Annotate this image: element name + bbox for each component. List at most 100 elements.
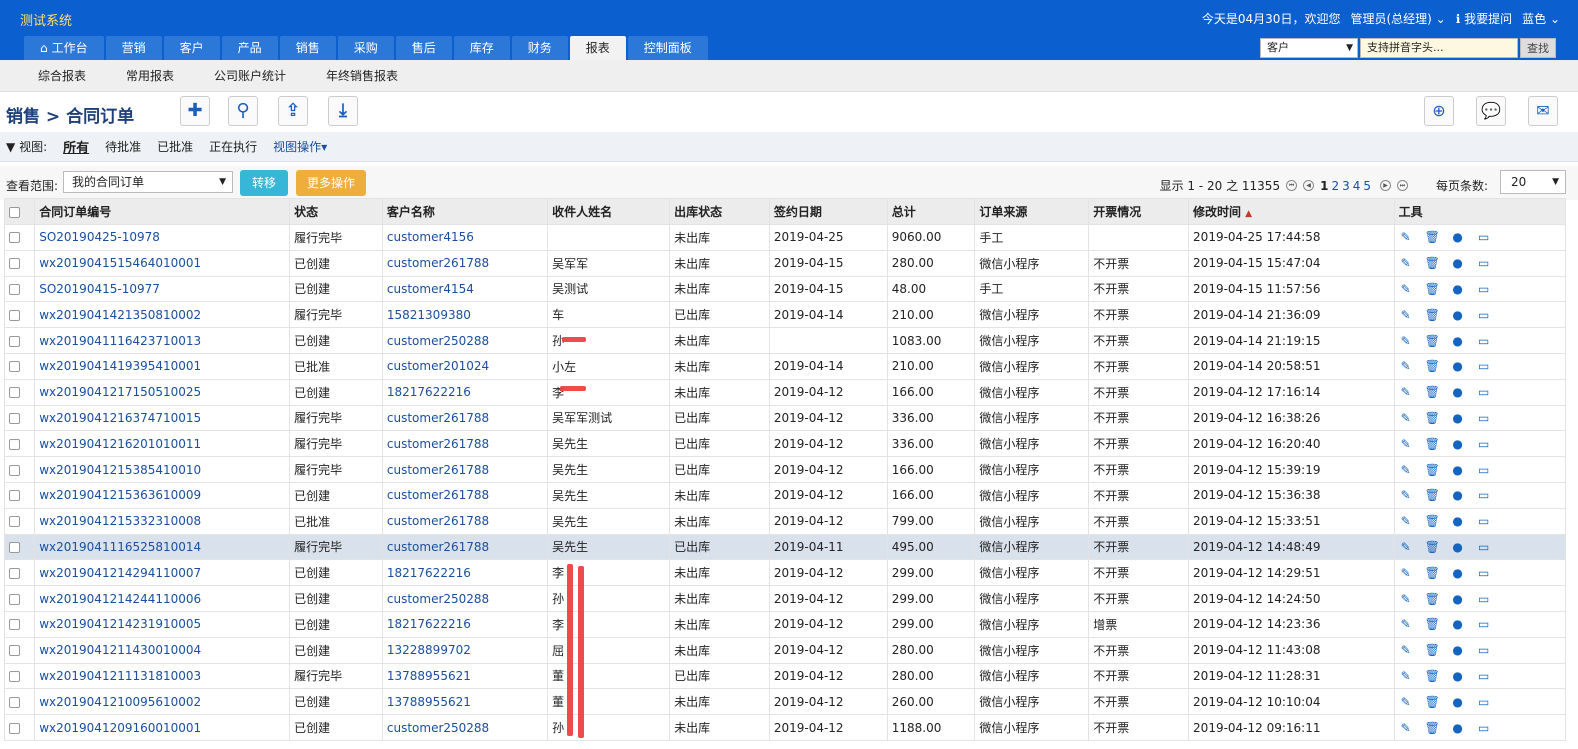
- column-header[interactable]: 状态: [289, 198, 383, 225]
- comment-icon[interactable]: ●: [1451, 463, 1465, 477]
- table-cell-link[interactable]: wx2019041214244110006: [34, 585, 291, 612]
- table-cell-link[interactable]: wx2019041215332310008: [34, 507, 291, 535]
- trash-icon[interactable]: 🗑: [1425, 463, 1440, 477]
- table-row[interactable]: wx2019041216374710015 履行完毕 customer261788 吴…: [3, 404, 1567, 432]
- table-cell-link[interactable]: SO20190425-10978: [34, 224, 291, 251]
- table-cell-link[interactable]: wx2019041217150510025: [34, 378, 291, 406]
- table-cell-link[interactable]: 15821309380: [381, 301, 549, 329]
- edit-icon[interactable]: ✎: [1399, 282, 1413, 296]
- theme-menu[interactable]: 蓝色 ⌄: [1522, 10, 1560, 27]
- nav-tab-item[interactable]: 财务: [511, 36, 568, 60]
- row-checkbox[interactable]: [9, 722, 20, 734]
- monitor-icon[interactable]: ▭: [1477, 592, 1491, 606]
- column-header[interactable]: 订单来源: [974, 198, 1090, 225]
- more-actions-button[interactable]: 更多操作: [296, 170, 366, 196]
- column-header[interactable]: 合同订单编号: [34, 198, 291, 225]
- table-cell-link[interactable]: customer201024: [381, 352, 549, 380]
- table-cell-link[interactable]: 18217622216: [381, 559, 549, 587]
- table-cell-link[interactable]: SO20190415-10977: [34, 275, 291, 303]
- trash-icon[interactable]: 🗑: [1425, 643, 1440, 657]
- trash-icon[interactable]: 🗑: [1425, 385, 1440, 399]
- comment-icon[interactable]: ●: [1451, 695, 1465, 709]
- table-cell-link[interactable]: wx2019041210095610002: [34, 688, 291, 716]
- edit-icon[interactable]: ✎: [1399, 308, 1413, 322]
- view-operations-menu[interactable]: 视图操作▾: [273, 138, 327, 155]
- trash-icon[interactable]: 🗑: [1425, 669, 1440, 683]
- chat-icon[interactable]: 💬: [1476, 96, 1506, 126]
- monitor-icon[interactable]: ▭: [1477, 334, 1491, 348]
- table-cell-link[interactable]: wx2019041211131810003: [34, 662, 291, 690]
- row-checkbox[interactable]: [9, 232, 20, 244]
- comment-icon[interactable]: ●: [1451, 256, 1465, 270]
- table-cell-link[interactable]: customer4154: [381, 275, 549, 303]
- table-cell-link[interactable]: wx2019041215363610009: [34, 481, 291, 509]
- search-button[interactable]: 查找: [1520, 38, 1556, 58]
- edit-icon[interactable]: ✎: [1399, 721, 1413, 735]
- table-row[interactable]: wx2019041515464010001 已创建 customer261788 吴军…: [3, 249, 1567, 277]
- nav-tab-item[interactable]: 销售: [279, 36, 336, 60]
- page-number-link[interactable]: 4: [1353, 179, 1361, 193]
- monitor-icon[interactable]: ▭: [1477, 411, 1491, 425]
- user-menu[interactable]: 管理员(总经理) ⌄: [1350, 10, 1445, 27]
- column-header[interactable]: 工具: [1393, 198, 1567, 225]
- comment-icon[interactable]: ●: [1451, 488, 1465, 502]
- comment-icon[interactable]: ●: [1451, 385, 1465, 399]
- add-button[interactable]: ✚: [180, 96, 210, 126]
- trash-icon[interactable]: 🗑: [1425, 308, 1440, 322]
- nav-tab-item[interactable]: 售后: [395, 36, 452, 60]
- prev-page-icon[interactable]: ◀: [1303, 180, 1315, 191]
- row-checkbox[interactable]: [9, 283, 20, 295]
- table-cell-link[interactable]: 18217622216: [381, 378, 549, 406]
- edit-icon[interactable]: ✎: [1399, 359, 1413, 373]
- column-header[interactable]: 开票情况: [1088, 198, 1190, 225]
- view-all[interactable]: 所有: [63, 137, 89, 156]
- table-cell-link[interactable]: customer261788: [381, 507, 549, 535]
- edit-icon[interactable]: ✎: [1399, 230, 1413, 244]
- search-input[interactable]: 支持拼音字头...: [1360, 38, 1518, 58]
- subnav-item[interactable]: 公司账户统计: [214, 67, 286, 84]
- column-header[interactable]: 出库状态: [669, 198, 770, 225]
- table-cell-link[interactable]: 13788955621: [381, 688, 549, 716]
- import-button[interactable]: ⇪: [278, 96, 308, 126]
- edit-icon[interactable]: ✎: [1399, 592, 1413, 606]
- table-row[interactable]: wx2019041215385410010 履行完毕 customer261788 吴…: [3, 456, 1567, 483]
- nav-tab-item[interactable]: ⌂ 工作台: [24, 36, 104, 60]
- help-link[interactable]: ℹ 我要提问: [1456, 10, 1512, 27]
- circle-plus-icon[interactable]: ⊕: [1424, 96, 1454, 126]
- trash-icon[interactable]: 🗑: [1425, 437, 1440, 451]
- monitor-icon[interactable]: ▭: [1477, 359, 1491, 373]
- edit-icon[interactable]: ✎: [1399, 669, 1413, 683]
- monitor-icon[interactable]: ▭: [1477, 540, 1491, 554]
- page-number-link[interactable]: 2: [1331, 179, 1339, 193]
- sort-ascending-icon[interactable]: ▲: [1245, 209, 1252, 219]
- row-checkbox[interactable]: [9, 670, 20, 682]
- trash-icon[interactable]: 🗑: [1425, 359, 1440, 373]
- row-checkbox[interactable]: [9, 593, 20, 605]
- table-cell-link[interactable]: customer261788: [381, 404, 549, 432]
- table-cell-link[interactable]: wx2019041116423710013: [34, 327, 291, 354]
- comment-icon[interactable]: ●: [1451, 308, 1465, 322]
- comment-icon[interactable]: ●: [1451, 643, 1465, 657]
- subnav-item[interactable]: 年终销售报表: [326, 67, 398, 84]
- monitor-icon[interactable]: ▭: [1477, 695, 1491, 709]
- edit-icon[interactable]: ✎: [1399, 463, 1413, 477]
- table-row[interactable]: wx2019041216201010011 履行完毕 customer261788 吴…: [3, 430, 1567, 458]
- comment-icon[interactable]: ●: [1451, 592, 1465, 606]
- row-checkbox[interactable]: [9, 387, 20, 399]
- table-cell-link[interactable]: wx2019041209160010001: [34, 714, 291, 741]
- mail-icon[interactable]: ✉: [1528, 96, 1558, 126]
- table-cell-link[interactable]: wx2019041211430010004: [34, 636, 291, 664]
- table-cell-link[interactable]: customer4156: [381, 224, 549, 251]
- column-header[interactable]: 签约日期: [768, 198, 888, 225]
- edit-icon[interactable]: ✎: [1399, 437, 1413, 451]
- monitor-icon[interactable]: ▭: [1477, 669, 1491, 683]
- trash-icon[interactable]: 🗑: [1425, 540, 1440, 554]
- trash-icon[interactable]: 🗑: [1425, 721, 1440, 735]
- edit-icon[interactable]: ✎: [1399, 643, 1413, 657]
- table-row[interactable]: wx2019041215363610009 已创建 customer261788 吴先…: [3, 481, 1567, 509]
- table-row[interactable]: wx2019041210095610002 已创建 13788955621 董未出库 2…: [3, 688, 1567, 716]
- comment-icon[interactable]: ●: [1451, 514, 1465, 528]
- table-row[interactable]: wx2019041116423710013 已创建 customer250288 孙未…: [3, 327, 1567, 354]
- page-number-link[interactable]: 3: [1342, 179, 1350, 193]
- table-cell-link[interactable]: 18217622216: [381, 610, 549, 638]
